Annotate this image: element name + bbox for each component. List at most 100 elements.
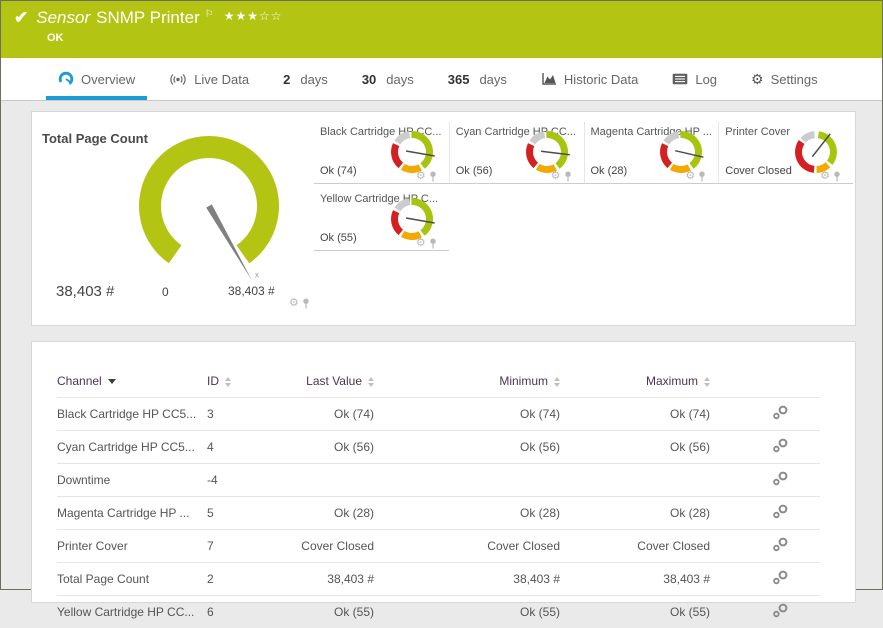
sensor-kind-label: Sensor — [36, 8, 90, 28]
gear-icon[interactable]: ⚙ — [416, 171, 426, 182]
cell-max: Cover Closed — [560, 530, 710, 563]
channel-table-panel: ChannelIDLast ValueMinimumMaximumBlack C… — [31, 341, 856, 603]
main-gauge-current-value: 38,403 # — [56, 283, 114, 300]
table-row[interactable]: Total Page Count238,403 #38,403 #38,403 … — [57, 563, 820, 596]
table-row[interactable]: Black Cartridge HP CC5...3Ok (74)Ok (74)… — [57, 398, 820, 431]
column-header-id[interactable]: ID — [207, 368, 292, 398]
mini-gauge-cell[interactable]: Cyan Cartridge HP CC...Ok (56)⚙ — [449, 122, 584, 184]
tab-label: Overview — [81, 72, 135, 87]
pin-icon[interactable] — [429, 238, 437, 249]
main-gauge-actions: ⚙ — [289, 298, 310, 309]
mini-gauge-cell[interactable]: Printer CoverCover Closed⚙ — [718, 122, 853, 184]
pin-icon[interactable] — [698, 171, 706, 182]
cell-max: Ok (74) — [560, 398, 710, 431]
tab-365-days[interactable]: 365days — [431, 58, 524, 100]
cell-actions — [710, 431, 820, 464]
favorite-rating-stars[interactable]: ★★★☆☆ — [224, 9, 283, 23]
channel-settings-icon[interactable] — [772, 438, 789, 453]
channel-settings-icon[interactable] — [772, 570, 789, 585]
sort-both-icon — [368, 377, 374, 387]
cell-actions — [710, 563, 820, 596]
cell-max: 38,403 # — [560, 563, 710, 596]
sort-both-icon — [225, 377, 231, 387]
channel-settings-icon[interactable] — [772, 504, 789, 519]
pin-icon[interactable] — [302, 298, 310, 309]
cell-max: Ok (56) — [560, 431, 710, 464]
gear-icon[interactable]: ⚙ — [416, 238, 426, 249]
cell-actions — [710, 398, 820, 431]
cell-channel: Cyan Cartridge HP CC5... — [57, 431, 207, 464]
mini-gauge — [389, 196, 435, 242]
tab-bar: OverviewLive Data2days30days365daysHisto… — [1, 58, 882, 101]
gear-icon[interactable]: ⚙ — [289, 298, 299, 309]
tab-log[interactable]: Log — [655, 58, 734, 100]
cell-last — [292, 464, 374, 497]
column-header-last[interactable]: Last Value — [292, 368, 374, 398]
cell-last: Ok (56) — [292, 431, 374, 464]
pin-icon[interactable] — [564, 171, 572, 182]
column-header-max[interactable]: Maximum — [560, 368, 710, 398]
channel-settings-icon[interactable] — [772, 405, 789, 420]
gauges-panel: Total Page Count x 38,403 # 0 38,403 # ⚙… — [31, 111, 856, 326]
column-label: Minimum — [499, 374, 548, 388]
tab-historic-data[interactable]: Historic Data — [524, 58, 655, 100]
tab-label: Historic Data — [564, 72, 638, 87]
pin-icon[interactable] — [833, 171, 841, 182]
cell-max — [560, 464, 710, 497]
tab-label: Live Data — [194, 72, 249, 87]
channel-settings-icon[interactable] — [772, 537, 789, 552]
gear-icon[interactable]: ⚙ — [551, 171, 561, 182]
channel-settings-icon[interactable] — [772, 603, 789, 618]
sort-both-icon — [554, 377, 560, 387]
mini-gauge-value: Cover Closed — [725, 165, 792, 177]
prtg-sensor-window: { "header": { "kind_label": "Sensor", "s… — [0, 0, 883, 590]
cell-min: Ok (55) — [374, 596, 560, 628]
mini-gauge-cell[interactable]: Magenta Cartridge HP ...Ok (28)⚙ — [584, 122, 719, 184]
cell-last: Ok (28) — [292, 497, 374, 530]
cell-max: Ok (28) — [560, 497, 710, 530]
mini-gauge-actions: ⚙ — [685, 171, 706, 182]
table-row[interactable]: Downtime-4 — [57, 464, 820, 497]
cell-channel: Downtime — [57, 464, 207, 497]
tab-30-days[interactable]: 30days — [345, 58, 431, 100]
tab-live-data[interactable]: Live Data — [152, 58, 266, 100]
column-header-min[interactable]: Minimum — [374, 368, 560, 398]
cell-min: Ok (28) — [374, 497, 560, 530]
mini-gauge-value: Ok (56) — [456, 165, 493, 177]
cell-channel: Total Page Count — [57, 563, 207, 596]
cell-min: Cover Closed — [374, 530, 560, 563]
tab-overview[interactable]: Overview — [41, 58, 152, 100]
status-badge: OK — [47, 32, 882, 44]
cell-last: Ok (74) — [292, 398, 374, 431]
cell-id: 2 — [207, 563, 292, 596]
mini-gauge-grid: Black Cartridge HP CC...Ok (74)⚙Cyan Car… — [314, 122, 853, 251]
gear-icon[interactable]: ⚙ — [820, 171, 830, 182]
gauge-icon — [58, 71, 74, 87]
cell-last: 38,403 # — [292, 563, 374, 596]
cell-channel: Printer Cover — [57, 530, 207, 563]
tab-label: days — [300, 72, 327, 87]
cell-id: 6 — [207, 596, 292, 628]
table-row[interactable]: Yellow Cartridge HP CC...6Ok (55)Ok (55)… — [57, 596, 820, 628]
gear-icon[interactable]: ⚙ — [685, 171, 695, 182]
pin-icon[interactable] — [429, 171, 437, 182]
priority-flag-icon[interactable]: ⚐ — [205, 9, 214, 20]
table-row[interactable]: Cyan Cartridge HP CC5...4Ok (56)Ok (56)O… — [57, 431, 820, 464]
chart-icon — [541, 72, 557, 86]
tab-2-days[interactable]: 2days — [266, 58, 345, 100]
channel-settings-icon[interactable] — [772, 471, 789, 486]
mini-gauge-actions: ⚙ — [416, 238, 437, 249]
tab-number: 365 — [448, 72, 470, 87]
column-label: Last Value — [306, 374, 362, 388]
column-header-channel[interactable]: Channel — [57, 368, 207, 398]
mini-gauge-cell[interactable]: Yellow Cartridge HP C...Ok (55)⚙ — [314, 189, 449, 251]
mini-gauge-actions: ⚙ — [820, 171, 841, 182]
mini-gauge-cell[interactable]: Black Cartridge HP CC...Ok (74)⚙ — [314, 122, 449, 184]
main-gauge-scale-min: 0 — [162, 285, 169, 299]
cell-min — [374, 464, 560, 497]
needle-peak-marker: x — [255, 271, 259, 280]
column-label: ID — [207, 374, 219, 388]
tab-settings[interactable]: ⚙Settings — [734, 58, 835, 100]
table-row[interactable]: Magenta Cartridge HP ...5Ok (28)Ok (28)O… — [57, 497, 820, 530]
table-row[interactable]: Printer Cover7Cover ClosedCover ClosedCo… — [57, 530, 820, 563]
